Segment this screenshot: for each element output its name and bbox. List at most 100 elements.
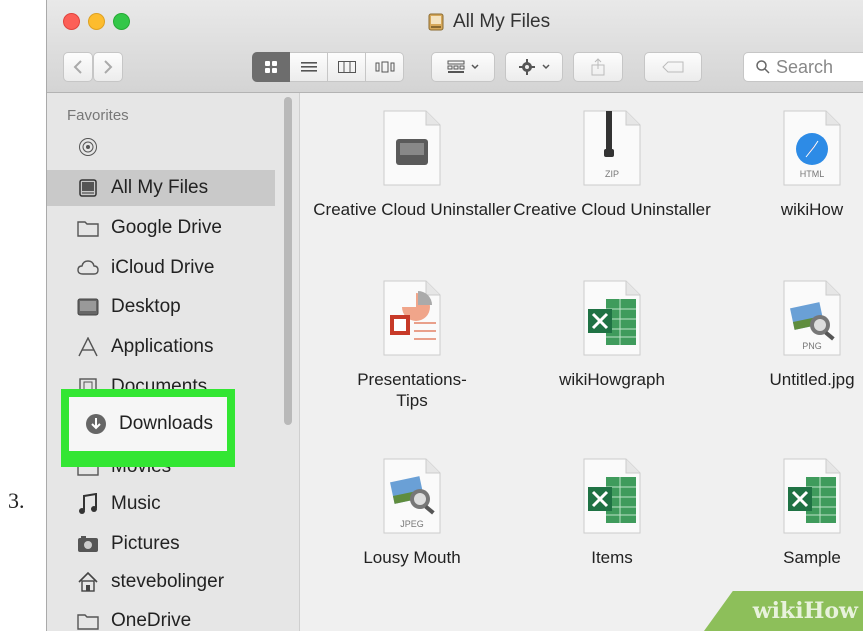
sidebar-item-label: Applications bbox=[111, 336, 214, 357]
back-button[interactable] bbox=[63, 52, 93, 82]
excel-icon bbox=[582, 279, 642, 357]
all-files-icon bbox=[77, 177, 99, 199]
downloads-icon bbox=[85, 413, 107, 435]
title-bar: All My Files Search bbox=[47, 0, 863, 93]
sidebar-scrollbar[interactable] bbox=[284, 97, 292, 425]
file-tag: PNG bbox=[802, 341, 822, 351]
file-item[interactable]: PNG Untitled.jpg bbox=[712, 279, 863, 390]
minimize-button[interactable] bbox=[88, 13, 105, 30]
search-field[interactable]: Search bbox=[743, 52, 863, 82]
sidebar-item-music[interactable]: Music bbox=[47, 486, 275, 522]
sidebar-item-label: Music bbox=[111, 493, 161, 514]
list-view-icon bbox=[300, 62, 317, 72]
file-tag: JPEG bbox=[400, 519, 424, 529]
file-tag: HTML bbox=[799, 169, 825, 179]
powerpoint-icon bbox=[382, 279, 442, 357]
chevron-down-icon bbox=[471, 64, 479, 70]
share-icon bbox=[591, 58, 605, 76]
finder-window: All My Files Search Favorites All My Fil… bbox=[46, 0, 863, 631]
html-icon: HTML bbox=[782, 109, 842, 187]
sidebar-item-downloads[interactable]: Downloads bbox=[69, 397, 227, 451]
sidebar-item-label: Pictures bbox=[111, 533, 180, 554]
gear-icon bbox=[519, 59, 535, 75]
forward-button[interactable] bbox=[93, 52, 123, 82]
file-item[interactable]: Sample bbox=[712, 457, 863, 568]
share-button[interactable] bbox=[573, 52, 623, 82]
png-icon: PNG bbox=[782, 279, 842, 357]
cloud-icon bbox=[77, 257, 99, 279]
sidebar-item-pictures[interactable]: Pictures bbox=[47, 526, 275, 562]
icon-view-icon bbox=[265, 61, 277, 73]
sidebar-item-label: Downloads bbox=[119, 413, 213, 434]
sidebar-item-label: OneDrive bbox=[111, 610, 192, 631]
view-switcher bbox=[252, 52, 404, 82]
file-item[interactable]: Presentations-Tips bbox=[312, 279, 512, 411]
action-button[interactable] bbox=[505, 52, 563, 82]
file-name: Sample bbox=[783, 548, 841, 567]
excel-icon bbox=[582, 457, 642, 535]
file-item[interactable]: JPEG Lousy Mouth bbox=[312, 457, 512, 568]
home-icon bbox=[77, 571, 99, 593]
file-item[interactable]: HTML wikiHow bbox=[712, 109, 863, 220]
sidebar-item-google-drive[interactable]: Google Drive bbox=[47, 210, 275, 246]
airdrop-icon bbox=[77, 136, 99, 158]
file-grid: Creative Cloud Uninstaller ZIP Creative … bbox=[300, 93, 863, 631]
file-name: Creative Cloud Uninstaller bbox=[513, 200, 711, 219]
sidebar-item-desktop[interactable]: Desktop bbox=[47, 289, 275, 325]
excel-icon bbox=[782, 457, 842, 535]
cover-flow-button[interactable] bbox=[366, 52, 404, 82]
arrange-button[interactable] bbox=[431, 52, 495, 82]
window-title: All My Files bbox=[427, 11, 550, 33]
chevron-right-icon bbox=[104, 60, 113, 74]
sidebar-item-all-my-files[interactable]: All My Files bbox=[47, 170, 275, 206]
folder-icon bbox=[77, 610, 99, 631]
sidebar-item-applications[interactable]: Applications bbox=[47, 329, 275, 365]
column-view-button[interactable] bbox=[328, 52, 366, 82]
icon-view-button[interactable] bbox=[252, 52, 290, 82]
wikihow-watermark: wikiHow bbox=[704, 591, 863, 631]
pictures-icon bbox=[77, 533, 99, 555]
cover-flow-icon bbox=[375, 61, 394, 73]
step-number: 3. bbox=[8, 488, 25, 513]
file-tag: ZIP bbox=[604, 169, 619, 179]
jpeg-icon: JPEG bbox=[382, 457, 442, 535]
sidebar-item-label: iCloud Drive bbox=[111, 257, 215, 278]
sidebar-item-airdrop[interactable] bbox=[47, 129, 275, 165]
column-view-icon bbox=[337, 61, 356, 73]
music-icon bbox=[77, 493, 99, 515]
file-name: wikiHowgraph bbox=[559, 370, 665, 389]
search-icon bbox=[756, 60, 770, 74]
folder-icon bbox=[77, 217, 99, 239]
file-name: Creative Cloud Uninstaller bbox=[313, 200, 511, 219]
zip-icon: ZIP bbox=[582, 109, 642, 187]
sidebar-item-onedrive[interactable]: OneDrive bbox=[47, 603, 275, 631]
arrange-icon bbox=[447, 60, 465, 73]
sidebar-heading: Favorites bbox=[67, 107, 129, 124]
desktop-icon bbox=[77, 296, 99, 318]
file-item[interactable]: Items bbox=[512, 457, 712, 568]
sidebar-item-home[interactable]: stevebolinger bbox=[47, 564, 275, 600]
search-placeholder: Search bbox=[776, 56, 834, 77]
downloads-highlight: Downloads bbox=[61, 389, 235, 467]
list-view-button[interactable] bbox=[290, 52, 328, 82]
file-name: Presentations-Tips bbox=[357, 370, 467, 410]
file-name: Lousy Mouth bbox=[363, 548, 461, 567]
file-item[interactable]: wikiHowgraph bbox=[512, 279, 712, 390]
file-item[interactable]: Creative Cloud Uninstaller bbox=[312, 109, 512, 220]
sidebar-item-label: stevebolinger bbox=[111, 571, 225, 592]
chevron-left-icon bbox=[73, 60, 82, 74]
sidebar-item-label: All My Files bbox=[111, 177, 209, 198]
sidebar-item-label: Google Drive bbox=[111, 217, 222, 238]
sidebar-item-icloud-drive[interactable]: iCloud Drive bbox=[47, 250, 275, 286]
file-name: wikiHow bbox=[780, 200, 844, 219]
file-item[interactable]: ZIP Creative Cloud Uninstaller bbox=[512, 109, 712, 220]
tag-icon bbox=[662, 61, 684, 73]
tag-button[interactable] bbox=[644, 52, 702, 82]
window-title-text: All My Files bbox=[453, 11, 551, 32]
chevron-down-icon bbox=[542, 64, 550, 70]
file-name: Untitled.jpg bbox=[769, 370, 855, 389]
all-files-icon bbox=[428, 13, 444, 31]
zoom-button[interactable] bbox=[113, 13, 130, 30]
close-button[interactable] bbox=[63, 13, 80, 30]
disk-image-icon bbox=[382, 109, 442, 187]
